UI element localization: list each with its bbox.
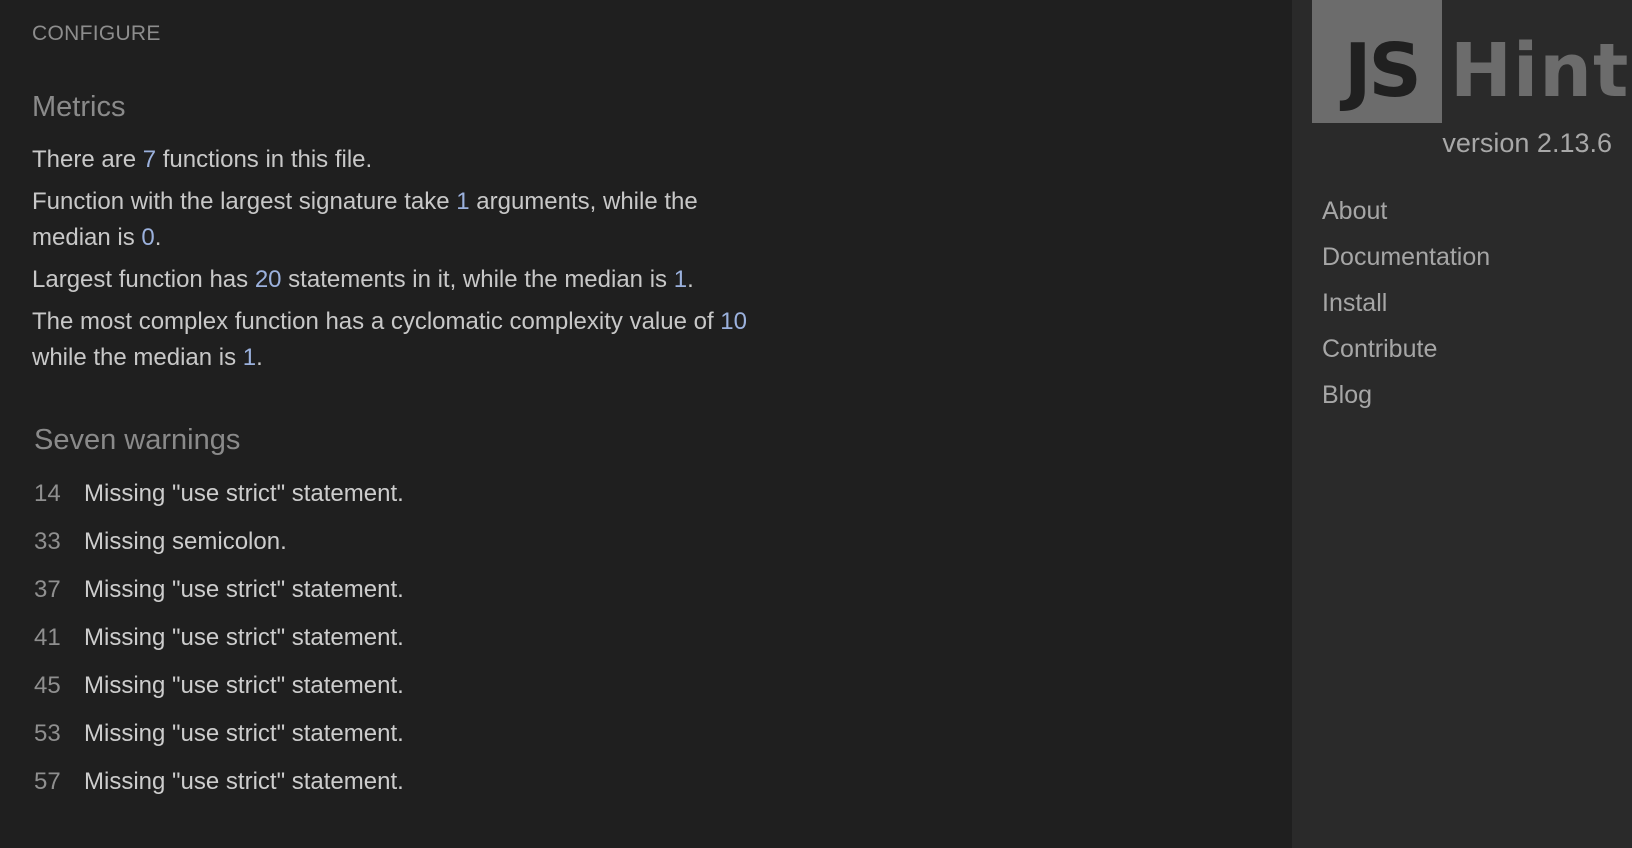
warning-line-number[interactable]: 57 — [34, 762, 84, 802]
warning-item: 33 Missing semicolon. — [34, 522, 404, 570]
main-panel: CONFIGURE Metrics There are 7 functions … — [0, 0, 1292, 848]
nav-item-contribute[interactable]: Contribute — [1322, 326, 1490, 372]
warning-item: 57 Missing "use strict" statement. — [34, 762, 404, 810]
warning-line-number[interactable]: 37 — [34, 570, 84, 610]
warning-message: Missing "use strict" statement. — [84, 720, 404, 747]
warning-line-number[interactable]: 14 — [34, 474, 84, 514]
metrics-text: The most complex function has a cyclomat… — [32, 308, 721, 335]
metrics-text: functions in this file. — [156, 146, 373, 173]
warnings-heading: Seven warnings — [34, 424, 241, 456]
warning-item: 41 Missing "use strict" statement. — [34, 618, 404, 666]
metrics-text: . — [687, 266, 694, 293]
max-complexity-value: 10 — [720, 308, 747, 335]
warning-message: Missing "use strict" statement. — [84, 672, 404, 699]
page: CONFIGURE Metrics There are 7 functions … — [0, 0, 1632, 848]
warning-message: Missing semicolon. — [84, 528, 287, 555]
warning-message: Missing "use strict" statement. — [84, 768, 404, 795]
nav-item-blog[interactable]: Blog — [1322, 372, 1490, 418]
warning-message: Missing "use strict" statement. — [84, 576, 404, 603]
median-statements-value: 1 — [673, 266, 688, 293]
warning-item: 45 Missing "use strict" statement. — [34, 666, 404, 714]
metrics-text: . — [154, 224, 162, 251]
metrics-functions-count: There are 7 functions in this file. — [32, 142, 752, 178]
logo-js-text: JS — [1344, 28, 1422, 114]
warnings-list: 14 Missing "use strict" statement. 33 Miss… — [34, 474, 404, 810]
nav-item-about[interactable]: About — [1322, 188, 1490, 234]
warning-message: Missing "use strict" statement. — [84, 480, 404, 507]
functions-count-value: 7 — [142, 146, 157, 173]
logo-hint-text: Hint — [1450, 28, 1630, 114]
configure-link[interactable]: CONFIGURE — [32, 22, 161, 46]
warning-item: 14 Missing "use strict" statement. — [34, 474, 404, 522]
metrics-text: statements in it, while the median is — [281, 266, 674, 293]
warning-line-number[interactable]: 45 — [34, 666, 84, 706]
largest-statements-value: 20 — [254, 266, 282, 293]
median-args-value: 0 — [141, 224, 155, 251]
metrics-complexity: The most complex function has a cyclomat… — [32, 304, 752, 376]
metrics-text: Largest function has — [32, 266, 255, 293]
metrics-text: . — [256, 344, 263, 371]
warning-line-number[interactable]: 41 — [34, 618, 84, 658]
metrics-text: while the median is — [32, 344, 243, 371]
nav-item-documentation[interactable]: Documentation — [1322, 234, 1490, 280]
warning-message: Missing "use strict" statement. — [84, 624, 404, 651]
sidebar-nav: About Documentation Install Contribute B… — [1322, 188, 1490, 418]
metrics-signature: Function with the largest signature take… — [32, 184, 752, 256]
warning-line-number[interactable]: 53 — [34, 714, 84, 754]
jshint-logo[interactable]: JS Hint — [1312, 0, 1628, 124]
largest-args-value: 1 — [456, 188, 470, 215]
nav-item-install[interactable]: Install — [1322, 280, 1490, 326]
metrics-section: There are 7 functions in this file. Func… — [32, 142, 752, 382]
warning-line-number[interactable]: 33 — [34, 522, 84, 562]
warning-item: 53 Missing "use strict" statement. — [34, 714, 404, 762]
metrics-text: There are — [32, 146, 143, 173]
median-complexity-value: 1 — [242, 344, 257, 371]
warning-item: 37 Missing "use strict" statement. — [34, 570, 404, 618]
version-label: version 2.13.6 — [1442, 128, 1612, 158]
metrics-statements: Largest function has 20 statements in it… — [32, 262, 752, 298]
metrics-text: Function with the largest signature take — [32, 188, 457, 215]
metrics-heading: Metrics — [32, 91, 126, 123]
